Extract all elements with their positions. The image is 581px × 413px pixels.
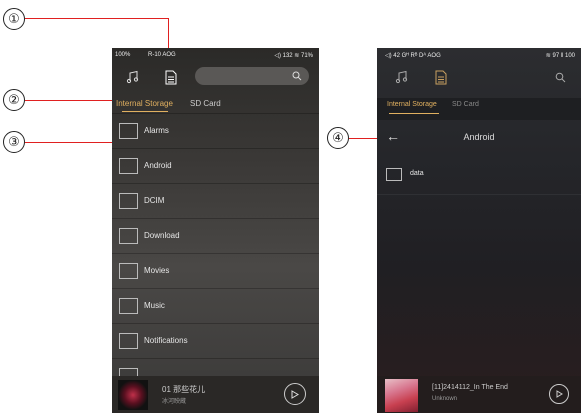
status-right: ≋ 97 ‖ 100 [545, 53, 575, 59]
folder-icon [119, 123, 138, 139]
search-icon[interactable] [553, 70, 567, 84]
divider [377, 194, 581, 195]
track-artist: Unknown [432, 396, 458, 402]
battery-status: 100% [115, 52, 131, 58]
play-icon [291, 389, 299, 399]
tab-internal-storage[interactable]: Internal Storage [387, 101, 437, 108]
file-browser-icon[interactable] [432, 67, 450, 87]
track-title: [11]2414112_In The End [432, 384, 508, 391]
list-item[interactable]: DCIM [112, 183, 319, 218]
callout-2: ② [3, 89, 25, 111]
tab-internal-storage[interactable]: Internal Storage [116, 99, 173, 108]
folder-icon [119, 228, 138, 244]
search-input[interactable] [195, 67, 309, 85]
play-button[interactable] [284, 383, 306, 405]
search-icon[interactable] [291, 70, 303, 82]
callout-4: ④ [327, 127, 349, 149]
list-item[interactable]: Alarms [112, 113, 319, 148]
list-item[interactable]: Notifications [112, 323, 319, 358]
active-tab-indicator [122, 111, 168, 112]
status-right: ◁) 132 ≋ 71% [274, 53, 313, 59]
play-button[interactable] [549, 384, 569, 404]
top-bar [377, 62, 581, 92]
mini-player[interactable]: 01 那些花儿 冰河映蔵 [112, 376, 319, 413]
music-note-icon[interactable] [124, 68, 142, 86]
phone-screen-android-folder: ◁) 42 Gᴴ Rᴮ Dᴬ AOG ≋ 97 ‖ 100 Internal S… [377, 48, 581, 413]
play-icon [556, 390, 563, 398]
callout-1: ① [3, 8, 25, 30]
list-item[interactable]: data [377, 159, 581, 194]
album-art [118, 380, 148, 410]
folder-icon [119, 193, 138, 209]
folder-icon [119, 158, 138, 174]
folder-icon [386, 168, 402, 181]
tab-sd-card[interactable]: SD Card [452, 101, 479, 108]
folder-icon [119, 263, 138, 279]
phone-screen-storage: 100% R-10 AOG ◁) 132 ≋ 71% Internal Stor… [112, 48, 319, 413]
list-item[interactable]: Android [112, 148, 319, 183]
track-artist: 冰河映蔵 [162, 399, 187, 405]
folder-icon [119, 298, 138, 314]
list-item[interactable]: Music [112, 288, 319, 323]
top-bar [112, 62, 319, 92]
active-tab-indicator [389, 113, 439, 114]
tab-sd-card[interactable]: SD Card [190, 99, 221, 108]
storage-tabs: Internal Storage SD Card [112, 96, 319, 112]
status-bar: 100% R-10 AOG ◁) 132 ≋ 71% [112, 48, 319, 62]
status-left: ◁) 42 Gᴴ Rᴮ Dᴬ AOG [385, 53, 441, 59]
list-item[interactable]: Download [112, 218, 319, 253]
folder-title: Android [463, 132, 495, 142]
music-note-icon[interactable] [393, 68, 411, 86]
status-bar: ◁) 42 Gᴴ Rᴮ Dᴬ AOG ≋ 97 ‖ 100 [377, 48, 581, 62]
file-browser-icon[interactable] [162, 67, 180, 87]
folder-icon [119, 333, 138, 349]
callout-3: ③ [3, 131, 25, 153]
album-art [385, 379, 418, 412]
list-item[interactable]: Movies [112, 253, 319, 288]
track-title: 01 那些花儿 [162, 385, 206, 394]
mini-player[interactable]: [11]2414112_In The End Unknown [377, 376, 581, 413]
status-info: R-10 AOG [148, 52, 176, 58]
storage-tabs: Internal Storage SD Card [377, 98, 581, 120]
leader-line-1 [25, 18, 169, 19]
folder-header: ← Android [377, 126, 581, 150]
leader-line-2 [25, 100, 120, 101]
